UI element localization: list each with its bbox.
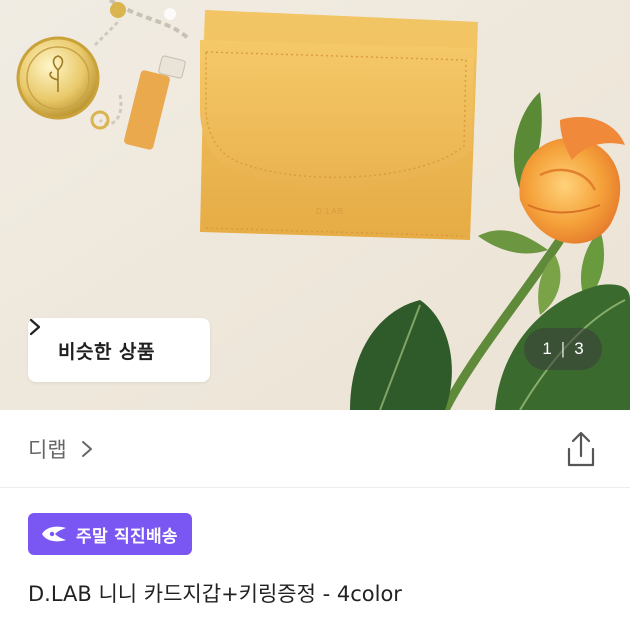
chevron-right-icon <box>81 440 93 458</box>
product-image-carousel[interactable]: D.LAB 비슷한 상품 1 | 3 <box>0 0 630 410</box>
share-icon[interactable] <box>564 430 598 470</box>
image-counter-separator: | <box>560 339 566 358</box>
delivery-badge: 주말 직진배송 <box>28 513 192 555</box>
shop-row: 디랩 <box>0 410 630 488</box>
similar-products-label: 비슷한 상품 <box>58 340 156 363</box>
similar-products-button[interactable]: 비슷한 상품 <box>28 318 210 382</box>
image-counter: 1 | 3 <box>524 328 602 370</box>
shop-link[interactable]: 디랩 <box>28 434 93 464</box>
shop-name: 디랩 <box>28 438 67 462</box>
image-counter-total: 3 <box>574 339 584 358</box>
image-counter-current: 1 <box>542 339 552 358</box>
delivery-badge-label: 주말 직진배송 <box>76 526 178 547</box>
delivery-icon <box>40 524 68 544</box>
product-title: D.LAB 니니 카드지갑+키링증정 - 4color <box>28 582 402 606</box>
wallet-brand-mark: D.LAB <box>316 207 345 216</box>
chevron-right-icon <box>29 318 185 359</box>
